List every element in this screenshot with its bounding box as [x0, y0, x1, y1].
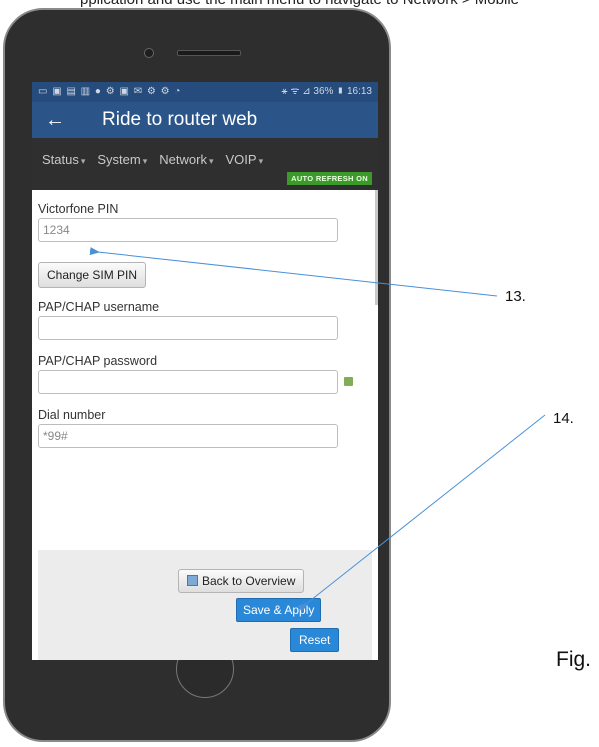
reveal-password-icon[interactable] [344, 376, 353, 386]
back-arrow-icon[interactable]: ← [32, 102, 78, 138]
save-apply-button[interactable]: Save & Apply [236, 598, 322, 622]
pap-password-label: PAP/CHAP password [38, 354, 158, 368]
menu-item-network[interactable]: Network ▾ [159, 152, 213, 167]
camera-icon [144, 48, 154, 58]
chevron-down-icon: ▾ [258, 156, 264, 166]
callout-13: 13. [505, 288, 526, 305]
dial-number-label: Dial number [38, 408, 106, 422]
menu-item-status[interactable]: Status ▾ [42, 152, 85, 167]
menu-item-label: Network [159, 152, 207, 167]
chevron-down-icon: ▾ [208, 156, 214, 166]
main-menu: Status ▾ System ▾ Network ▾ VOIP ▾ AUTO REFR… [32, 138, 378, 190]
chevron-down-icon: ▾ [80, 156, 86, 166]
pap-username-label: PAP/CHAP username [38, 300, 160, 314]
dial-number-field[interactable] [38, 424, 338, 448]
document-icon [187, 575, 198, 586]
menu-item-voip[interactable]: VOIP ▾ [225, 152, 263, 167]
app-bar: ← Ride to router web [32, 102, 378, 138]
pin-field[interactable] [38, 218, 338, 242]
chevron-down-icon: ▾ [142, 156, 148, 166]
menu-item-system[interactable]: System ▾ [97, 152, 147, 167]
menu-item-label: VOIP [225, 152, 257, 167]
auto-refresh-badge[interactable]: AUTO REFRESH ON [287, 172, 372, 185]
status-bar: ▭ ▣ ▤ ▥ ● ⚙ ▣ ✉ ⚙ ⚙ ◔ ⚹ ᯤ ⊿ 36% ▮ 16:13 [32, 82, 378, 102]
back-to-overview-label: Back to Overview [202, 574, 296, 588]
figure-label: Fig. [556, 648, 592, 671]
back-to-overview-button[interactable]: Back to Overview [178, 569, 305, 593]
notification-icons: ▭ ▣ ▤ ▥ ● ⚙ ▣ ✉ ⚙ ⚙ ◔ [38, 86, 182, 97]
change-sim-pin-button[interactable]: Change SIM PIN [38, 262, 147, 288]
pap-password-field[interactable] [38, 370, 338, 394]
pap-username-field[interactable] [38, 316, 338, 340]
form-actions-panel: Back to Overview Save & Apply Reset [38, 550, 372, 660]
phone-screen: ▭ ▣ ▤ ▥ ● ⚙ ▣ ✉ ⚙ ⚙ ◔ ⚹ ᯤ ⊿ 36% ▮ 16:13 … [32, 82, 378, 660]
speaker-grille [177, 50, 241, 56]
menu-item-label: Status [42, 152, 79, 167]
pin-label: Victorfone PIN [38, 202, 119, 216]
reset-button[interactable]: Reset [290, 628, 340, 652]
mobile-settings-form: Victorfone PIN Change SIM PIN PAP/CHAP u… [32, 190, 378, 448]
status-indicators: ⚹ ᯤ ⊿ 36% ▮ 16:13 [281, 86, 372, 97]
menu-item-label: System [97, 152, 141, 167]
scrollbar[interactable] [375, 190, 378, 305]
app-title: Ride to router web [102, 109, 258, 130]
callout-14: 14. [553, 410, 574, 427]
